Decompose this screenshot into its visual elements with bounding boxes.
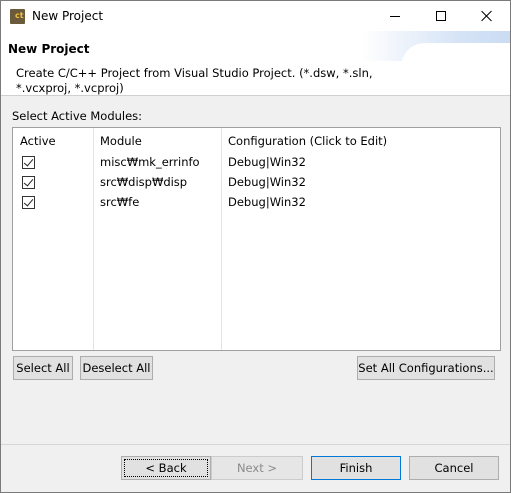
configuration-cell[interactable]: Debug|Win32 — [228, 175, 306, 189]
wizard-header: New Project Create C/C++ Project from Vi… — [1, 31, 510, 96]
select-all-button[interactable]: Select All — [13, 356, 73, 380]
configuration-cell[interactable]: Debug|Win32 — [228, 195, 306, 209]
maximize-icon — [436, 11, 446, 21]
active-checkbox[interactable] — [22, 176, 35, 189]
back-button[interactable]: < Back — [121, 456, 211, 480]
table-row[interactable]: misc₩mk_errinfo Debug|Win32 — [13, 153, 500, 173]
column-header-configuration[interactable]: Configuration (Click to Edit) — [221, 128, 387, 152]
footer-divider — [1, 444, 510, 445]
configuration-cell[interactable]: Debug|Win32 — [228, 155, 306, 169]
module-cell: src₩fe — [100, 195, 140, 209]
table-row[interactable]: src₩disp₩disp Debug|Win32 — [13, 173, 500, 193]
table-row[interactable]: src₩fe Debug|Win32 — [13, 193, 500, 213]
maximize-button[interactable] — [418, 1, 464, 31]
column-header-module[interactable]: Module — [93, 128, 142, 152]
window-title: New Project — [32, 9, 104, 23]
cancel-button[interactable]: Cancel — [409, 456, 499, 480]
header-banner-graphic — [361, 31, 510, 67]
description-line-1: Create C/C++ Project from Visual Studio … — [16, 66, 373, 80]
modules-table[interactable]: Active Module Configuration (Click to Ed… — [12, 127, 501, 351]
module-cell: src₩disp₩disp — [100, 175, 188, 189]
set-all-configurations-button[interactable]: Set All Configurations... — [357, 356, 495, 380]
minimize-button[interactable] — [372, 1, 418, 31]
module-cell: misc₩mk_errinfo — [100, 155, 200, 169]
active-checkbox[interactable] — [22, 196, 35, 209]
title-bar: New Project — [1, 1, 510, 31]
modules-section-label: Select Active Modules: — [12, 109, 143, 123]
finish-button[interactable]: Finish — [311, 456, 401, 480]
next-button[interactable]: Next > — [211, 456, 303, 480]
app-icon — [10, 9, 25, 24]
active-checkbox[interactable] — [22, 156, 35, 169]
page-title: New Project — [8, 42, 90, 56]
deselect-all-button[interactable]: Deselect All — [80, 356, 153, 380]
close-icon — [481, 10, 493, 22]
new-project-dialog: New Project New Project Create C/C++ Pro… — [0, 0, 511, 493]
minimize-icon — [390, 15, 400, 17]
page-description: Create C/C++ Project from Visual Studio … — [16, 66, 376, 95]
column-header-active[interactable]: Active — [13, 128, 56, 152]
back-button-label: < Back — [145, 461, 187, 475]
description-line-2: *.vcxproj, *.vcproj) — [16, 81, 124, 95]
close-button[interactable] — [464, 1, 510, 31]
